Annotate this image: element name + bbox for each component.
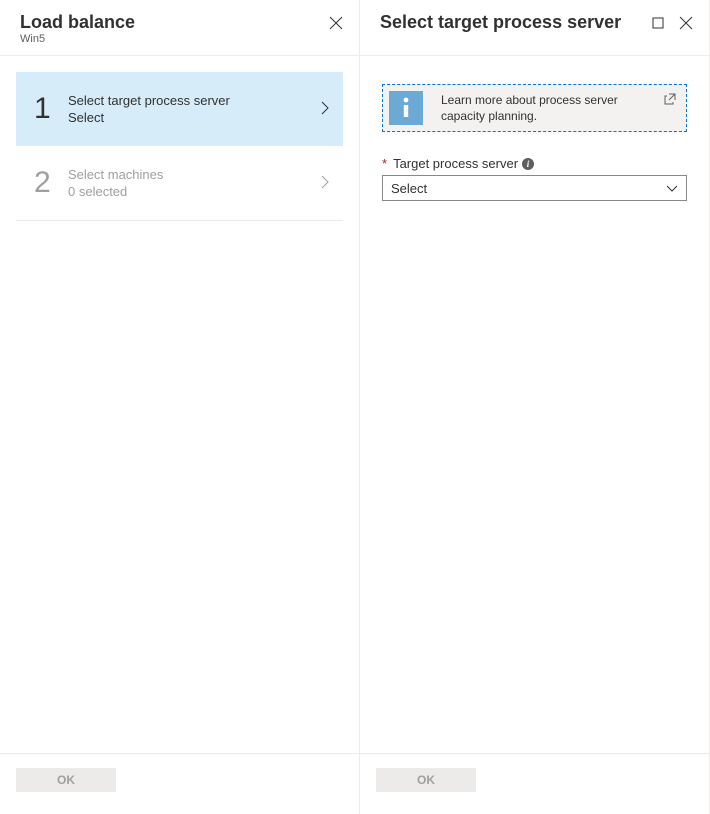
required-asterisk: *: [382, 156, 387, 171]
pane-footer-left: OK: [0, 753, 359, 814]
pane-header-right: Select target process server: [360, 0, 709, 56]
select-value: Select: [391, 181, 427, 196]
step-texts: Select machines 0 selected: [68, 167, 321, 199]
chevron-down-icon: [666, 181, 678, 196]
step-title: Select machines: [68, 167, 321, 182]
step-number: 1: [34, 92, 68, 126]
pane-titles: Select target process server: [380, 12, 651, 33]
info-tooltip-icon[interactable]: i: [522, 158, 534, 170]
close-icon[interactable]: [679, 16, 693, 30]
step-number: 2: [34, 166, 68, 200]
select-target-process-server-pane: Select target process server Learn more …: [360, 0, 710, 814]
pane-title: Select target process server: [380, 12, 651, 33]
maximize-icon[interactable]: [651, 16, 665, 30]
pane-body-right: Learn more about process server capacity…: [360, 56, 709, 753]
chevron-right-icon: [321, 101, 329, 118]
step-select-target-process-server[interactable]: 1 Select target process server Select: [16, 72, 343, 146]
close-icon[interactable]: [329, 16, 343, 30]
step-title: Select target process server: [68, 93, 321, 108]
pane-title: Load balance: [20, 12, 329, 33]
header-icons: [329, 12, 343, 30]
step-subtitle: 0 selected: [68, 184, 321, 199]
pane-body-left: 1 Select target process server Select 2 …: [0, 56, 359, 753]
info-icon: [389, 91, 423, 125]
target-process-server-select[interactable]: Select: [382, 175, 687, 201]
external-link-icon[interactable]: [664, 93, 676, 108]
header-icons: [651, 12, 693, 30]
ok-button[interactable]: OK: [16, 768, 116, 792]
load-balance-pane: Load balance Win5 1 Select target proces…: [0, 0, 360, 814]
step-select-machines[interactable]: 2 Select machines 0 selected: [16, 146, 343, 221]
step-subtitle: Select: [68, 110, 321, 125]
field-label-text: Target process server: [393, 156, 518, 171]
pane-titles: Load balance Win5: [20, 12, 329, 45]
pane-footer-right: OK: [360, 753, 709, 814]
info-text: Learn more about process server capacity…: [441, 92, 678, 124]
target-process-server-label: * Target process server i: [382, 156, 687, 171]
ok-button[interactable]: OK: [376, 768, 476, 792]
pane-subtitle: Win5: [20, 33, 329, 45]
pane-header-left: Load balance Win5: [0, 0, 359, 56]
chevron-right-icon: [321, 175, 329, 192]
step-texts: Select target process server Select: [68, 93, 321, 125]
info-banner[interactable]: Learn more about process server capacity…: [382, 84, 687, 132]
